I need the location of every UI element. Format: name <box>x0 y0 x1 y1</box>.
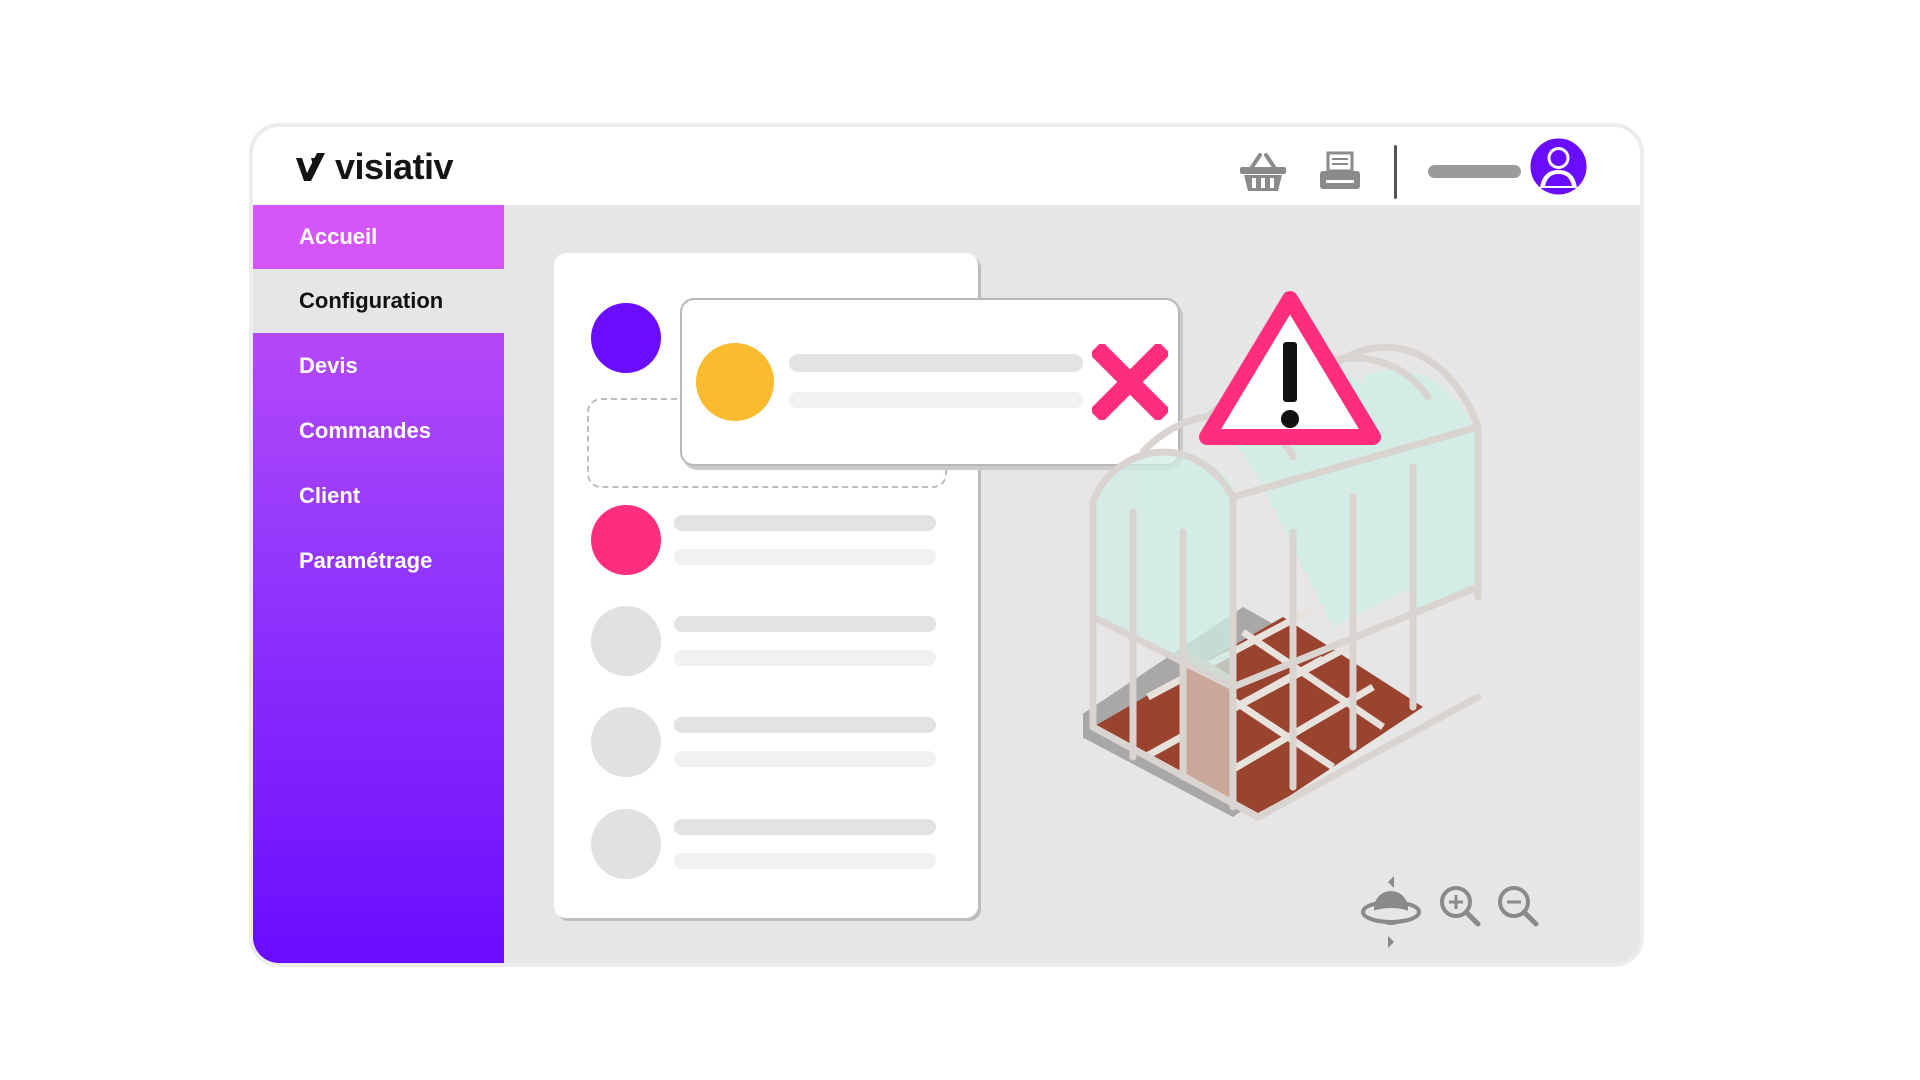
username-placeholder <box>1428 165 1521 178</box>
nav-item-configuration[interactable]: Configuration <box>253 269 504 333</box>
list-item-title-placeholder <box>674 717 936 733</box>
list-item-subtitle-placeholder <box>674 549 936 565</box>
list-item-avatar[interactable] <box>591 505 661 575</box>
list-item-subtitle-placeholder <box>674 853 936 869</box>
nav-item-commandes[interactable]: Commandes <box>253 399 504 463</box>
nav-item-devis[interactable]: Devis <box>253 334 504 398</box>
warning-icon <box>1199 291 1381 445</box>
list-item-title-placeholder <box>674 819 936 835</box>
top-bar: visiativ <box>253 127 1640 205</box>
list-item-avatar[interactable] <box>591 707 661 777</box>
zoom-out-icon[interactable] <box>1496 884 1540 928</box>
nav-label: Accueil <box>299 224 378 249</box>
toolbar-divider <box>1394 145 1397 199</box>
greenhouse-3d-view[interactable] <box>1083 287 1523 847</box>
printer-icon[interactable] <box>1318 151 1362 193</box>
list-item-avatar[interactable] <box>591 606 661 676</box>
zoom-in-icon[interactable] <box>1438 884 1482 928</box>
rotate-3d-icon[interactable] <box>1358 872 1424 950</box>
basket-icon[interactable] <box>1238 151 1288 193</box>
list-item-subtitle-placeholder <box>674 751 936 767</box>
list-item-avatar[interactable] <box>591 303 661 373</box>
nav-item-client[interactable]: Client <box>253 464 504 528</box>
list-item-avatar[interactable] <box>591 809 661 879</box>
list-item-subtitle-placeholder <box>674 650 936 666</box>
list-item-title-placeholder <box>674 515 936 531</box>
card-title-placeholder <box>789 354 1083 372</box>
brand-logo[interactable]: visiativ <box>293 146 454 187</box>
user-avatar-icon[interactable] <box>1528 136 1589 197</box>
app-window: visiativ Accueil Configuration Devis Com… <box>253 127 1640 963</box>
nav-label: Client <box>299 483 361 508</box>
nav-label: Commandes <box>299 418 432 443</box>
nav-item-accueil[interactable]: Accueil <box>253 205 504 269</box>
nav-label: Devis <box>299 353 358 378</box>
list-item-title-placeholder <box>674 616 936 632</box>
nav-label: Configuration <box>299 288 444 313</box>
brand-name: visiativ <box>335 146 454 187</box>
card-avatar <box>696 343 774 421</box>
nav-label: Paramétrage <box>299 548 433 573</box>
card-subtitle-placeholder <box>789 392 1083 408</box>
sidebar: Accueil Configuration Devis Commandes Cl… <box>253 205 504 963</box>
nav-item-parametrage[interactable]: Paramétrage <box>253 529 504 593</box>
visiativ-logo-icon <box>296 153 325 181</box>
